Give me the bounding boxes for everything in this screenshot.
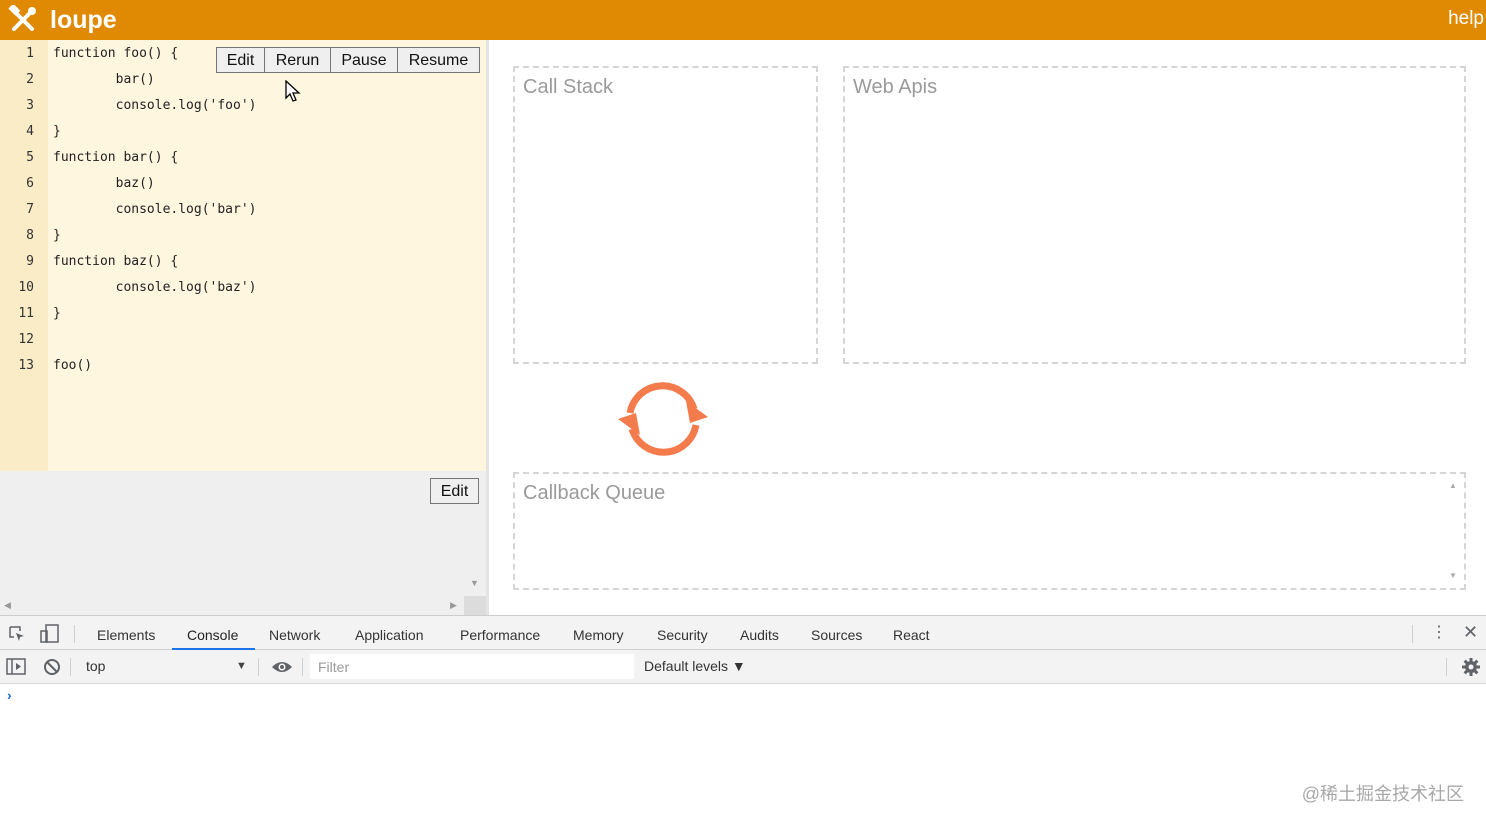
separator xyxy=(302,658,303,676)
code-text: } xyxy=(53,124,61,139)
queue-scroll-down-icon[interactable]: ▼ xyxy=(1449,571,1457,580)
queue-scroll-up-icon[interactable]: ▲ xyxy=(1449,481,1457,490)
tab-application[interactable]: Application xyxy=(355,626,424,644)
line-number: 13 xyxy=(18,358,34,373)
inspect-element-icon[interactable] xyxy=(8,625,26,643)
pause-button[interactable]: Pause xyxy=(330,47,398,73)
code-line[interactable]: 10 console.log('baz') xyxy=(0,275,480,301)
console-prompt[interactable]: › xyxy=(7,687,12,703)
pane-divider[interactable] xyxy=(486,40,489,615)
line-number: 10 xyxy=(18,280,34,295)
edit-button[interactable]: Edit xyxy=(216,47,265,73)
code-editor[interactable]: 1 function foo() { 2 bar() 3 console.log('f… xyxy=(0,40,486,471)
console-edit-button[interactable]: Edit xyxy=(430,478,479,504)
sidebar-toggle-icon[interactable] xyxy=(6,658,26,675)
context-value: top xyxy=(86,658,106,674)
rerun-button[interactable]: Rerun xyxy=(264,47,331,73)
code-text: } xyxy=(53,306,61,321)
code-text: function bar() { xyxy=(53,150,179,165)
devtools-panel: Elements Console Network Application Perform… xyxy=(0,615,1486,823)
line-number: 12 xyxy=(18,332,34,347)
tab-security[interactable]: Security xyxy=(657,626,708,644)
code-line[interactable]: 6 baz() xyxy=(0,171,480,197)
more-options-icon[interactable]: ⋮ xyxy=(1431,623,1447,643)
separator xyxy=(74,625,75,643)
mouse-cursor-icon xyxy=(285,80,301,102)
tab-memory[interactable]: Memory xyxy=(573,626,624,644)
code-text: bar() xyxy=(53,72,155,87)
tab-audits[interactable]: Audits xyxy=(740,626,779,644)
line-number: 7 xyxy=(26,202,34,217)
eye-icon[interactable] xyxy=(271,660,293,674)
line-number: 11 xyxy=(18,306,34,321)
code-line[interactable]: 4} xyxy=(0,119,480,145)
close-icon[interactable]: ✕ xyxy=(1463,622,1478,642)
code-text: function baz() { xyxy=(53,254,179,269)
separator xyxy=(1412,625,1413,643)
line-number: 3 xyxy=(26,98,34,113)
code-line[interactable]: 3 console.log('foo') xyxy=(0,93,480,119)
callback-queue-box: Callback Queue xyxy=(513,472,1466,590)
scroll-left-arrow-icon[interactable]: ◀ xyxy=(4,600,11,611)
code-line[interactable]: 11} xyxy=(0,301,480,327)
line-number: 4 xyxy=(26,124,34,139)
app-logo[interactable]: loupe xyxy=(50,5,117,35)
code-text: console.log('baz') xyxy=(53,280,257,295)
resume-button[interactable]: Resume xyxy=(397,47,480,73)
separator xyxy=(258,658,259,676)
tab-performance[interactable]: Performance xyxy=(460,626,540,644)
chevron-down-icon: ▼ xyxy=(236,660,247,672)
tab-react[interactable]: React xyxy=(893,626,930,644)
console-toolbar: top ▼ Default levels ▼ xyxy=(0,650,1486,684)
event-loop-icon xyxy=(618,382,708,456)
tab-sources[interactable]: Sources xyxy=(811,626,862,644)
clear-console-icon[interactable] xyxy=(43,658,61,676)
tab-elements[interactable]: Elements xyxy=(97,626,155,644)
scroll-down-arrow-icon[interactable]: ▼ xyxy=(470,578,479,588)
gear-icon[interactable] xyxy=(1462,658,1480,676)
line-number: 2 xyxy=(26,72,34,87)
scroll-right-arrow-icon[interactable]: ▶ xyxy=(450,600,457,611)
line-number: 9 xyxy=(26,254,34,269)
code-line[interactable]: 13 foo() xyxy=(0,353,480,379)
tab-console[interactable]: Console xyxy=(187,626,238,644)
code-text: console.log('bar') xyxy=(53,202,257,217)
line-number: 5 xyxy=(26,150,34,165)
line-number: 6 xyxy=(26,176,34,191)
code-text: baz() xyxy=(53,176,155,191)
call-stack-box: Call Stack xyxy=(513,66,818,364)
scroll-corner xyxy=(464,596,486,615)
call-stack-title: Call Stack xyxy=(523,76,614,98)
web-apis-title: Web Apis xyxy=(853,76,938,98)
code-text: function foo() { xyxy=(53,46,179,61)
web-apis-box: Web Apis xyxy=(843,66,1466,364)
line-number: 8 xyxy=(26,228,34,243)
tools-icon xyxy=(8,5,36,31)
code-text: } xyxy=(53,228,61,243)
code-text: console.log('foo') xyxy=(53,98,257,113)
devtools-tabbar: Elements Console Network Application Perform… xyxy=(0,615,1486,650)
filter-input[interactable] xyxy=(310,654,634,679)
separator xyxy=(70,658,71,676)
context-select[interactable]: top ▼ xyxy=(76,653,252,679)
code-line[interactable]: 9 function baz() { xyxy=(0,249,480,275)
code-text: foo() xyxy=(53,358,93,373)
tab-network[interactable]: Network xyxy=(269,626,320,644)
log-levels-dropdown[interactable]: Default levels ▼ xyxy=(644,658,746,674)
app-header: loupe help xyxy=(0,0,1486,40)
callback-queue-title: Callback Queue xyxy=(523,482,666,504)
code-line[interactable]: 7 console.log('bar') xyxy=(0,197,480,223)
watermark: @稀土掘金技术社区 xyxy=(1301,784,1464,804)
code-line[interactable]: 8} xyxy=(0,223,480,249)
line-number: 1 xyxy=(26,46,34,61)
console-output-panel xyxy=(0,471,486,615)
help-link[interactable]: help xyxy=(1448,8,1484,30)
code-line[interactable]: 5 function bar() { xyxy=(0,145,480,171)
device-toolbar-icon[interactable] xyxy=(40,624,60,644)
separator xyxy=(1446,658,1447,676)
code-line[interactable]: 12 xyxy=(0,327,480,353)
